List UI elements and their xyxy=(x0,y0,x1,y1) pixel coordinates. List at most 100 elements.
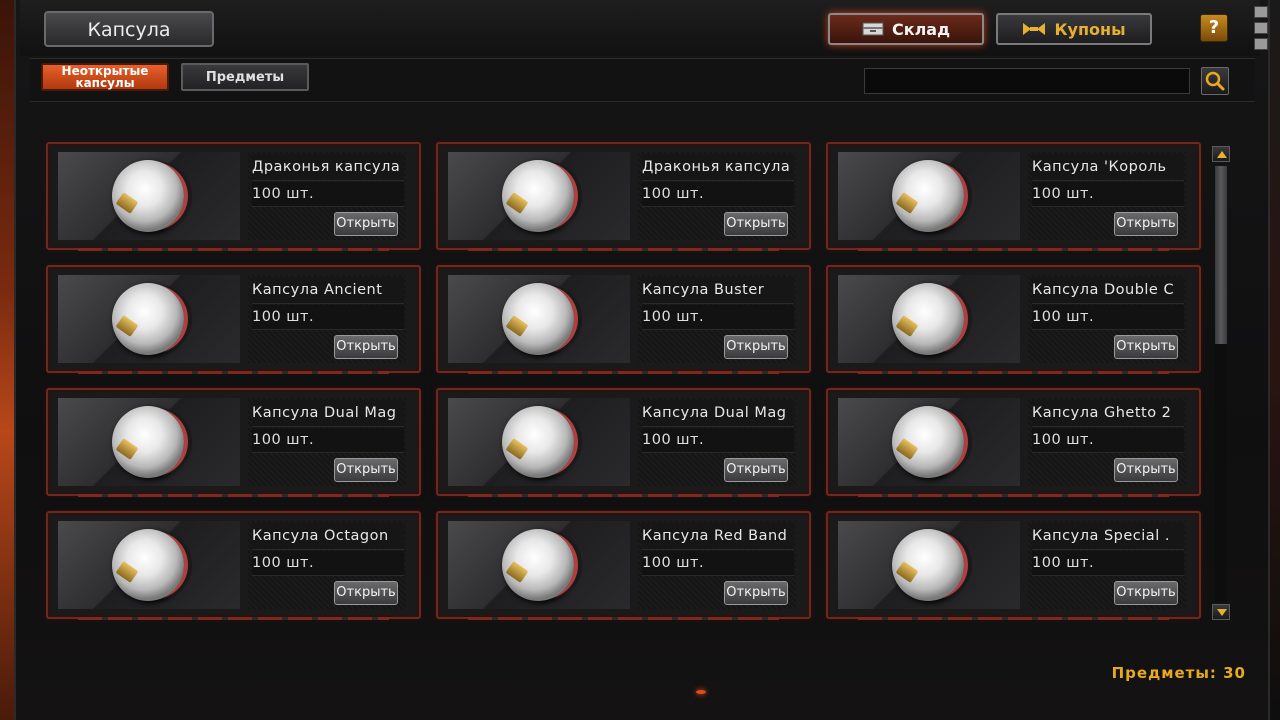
capsule-name: Капсула Dual Mag xyxy=(642,400,794,427)
coupons-label: Купоны xyxy=(1054,19,1126,39)
open-button[interactable]: Открыть xyxy=(724,212,788,236)
capsule-image xyxy=(448,275,630,363)
capsule-info: Капсула Red Band 100 шт. Открыть xyxy=(638,521,796,609)
capsule-image xyxy=(838,398,1020,486)
coupon-icon xyxy=(1023,23,1046,35)
capsule-card: Драконья капсула 100 шт. Открыть xyxy=(436,142,811,251)
search-input[interactable] xyxy=(864,68,1190,94)
scroll-thumb[interactable] xyxy=(1215,166,1227,344)
close-control[interactable] xyxy=(1254,38,1268,50)
card-divider xyxy=(858,617,1169,620)
capsule-quantity: 100 шт. xyxy=(1032,551,1184,576)
restore-control[interactable] xyxy=(1254,22,1268,34)
capsule-quantity: 100 шт. xyxy=(642,182,794,207)
capsule-image xyxy=(58,275,240,363)
card-divider xyxy=(78,617,389,620)
capsule-info: Капсула Octagon 100 шт. Открыть xyxy=(248,521,406,609)
search-icon xyxy=(1205,71,1225,91)
minimize-control[interactable] xyxy=(1254,6,1268,18)
capsule-info: Капсула Dual Mag 100 шт. Открыть xyxy=(248,398,406,486)
card-divider xyxy=(78,494,389,497)
card-divider xyxy=(468,494,779,497)
capsule-image xyxy=(448,521,630,609)
tab-unopened-capsules[interactable]: Неоткрытые капсулы xyxy=(41,63,169,91)
capsule-info: Капсула Ancient 100 шт. Открыть xyxy=(248,275,406,363)
card-divider xyxy=(468,371,779,374)
capsule-name: Капсула Special . xyxy=(1032,523,1184,550)
card-divider xyxy=(78,371,389,374)
warehouse-icon xyxy=(862,22,884,36)
open-button[interactable]: Открыть xyxy=(724,581,788,605)
capsule-name: Драконья капсула xyxy=(252,154,404,181)
search-button[interactable] xyxy=(1201,67,1229,95)
help-button[interactable]: ? xyxy=(1200,14,1228,42)
capsule-image xyxy=(448,152,630,240)
open-button[interactable]: Открыть xyxy=(1114,581,1178,605)
open-button[interactable]: Открыть xyxy=(1114,335,1178,359)
capsule-info: Капсула Dual Mag 100 шт. Открыть xyxy=(638,398,796,486)
capsule-quantity: 100 шт. xyxy=(252,305,404,330)
capsule-info: Капсула 'Король 100 шт. Открыть xyxy=(1028,152,1186,240)
capsule-image xyxy=(58,152,240,240)
capsule-name: Капсула Buster xyxy=(642,277,794,304)
scroll-down-button[interactable] xyxy=(1212,604,1230,620)
open-button[interactable]: Открыть xyxy=(334,458,398,482)
capsule-info: Драконья капсула 100 шт. Открыть xyxy=(248,152,406,240)
capsule-image xyxy=(448,398,630,486)
capsule-card: Капсула Octagon 100 шт. Открыть xyxy=(46,511,421,620)
capsule-quantity: 100 шт. xyxy=(642,428,794,453)
capsule-info: Драконья капсула 100 шт. Открыть xyxy=(638,152,796,240)
capsule-name: Драконья капсула xyxy=(642,154,794,181)
capsule-quantity: 100 шт. xyxy=(1032,428,1184,453)
decorative-glow-dot xyxy=(696,690,706,694)
capsule-info: Капсула Special . 100 шт. Открыть xyxy=(1028,521,1186,609)
card-divider xyxy=(858,494,1169,497)
capsule-image xyxy=(838,521,1020,609)
capsule-image xyxy=(58,521,240,609)
coupons-button[interactable]: Купоны xyxy=(996,13,1152,45)
open-button[interactable]: Открыть xyxy=(334,581,398,605)
tab-unopened-label: Неоткрытые капсулы xyxy=(61,64,149,90)
capsule-card: Капсула Special . 100 шт. Открыть xyxy=(826,511,1201,620)
capsule-name: Капсула 'Король xyxy=(1032,154,1184,181)
open-button[interactable]: Открыть xyxy=(334,335,398,359)
capsule-card: Капсула Red Band 100 шт. Открыть xyxy=(436,511,811,620)
capsule-card: Драконья капсула 100 шт. Открыть xyxy=(46,142,421,251)
capsule-info: Капсула Double C 100 шт. Открыть xyxy=(1028,275,1186,363)
arrow-up-icon xyxy=(1217,151,1227,158)
capsule-card: Капсула Double C 100 шт. Открыть xyxy=(826,265,1201,374)
scroll-up-button[interactable] xyxy=(1212,146,1230,162)
capsule-name: Капсула Ancient xyxy=(252,277,404,304)
open-button[interactable]: Открыть xyxy=(1114,458,1178,482)
capsule-image xyxy=(58,398,240,486)
capsule-quantity: 100 шт. xyxy=(252,551,404,576)
card-divider xyxy=(468,248,779,251)
capsule-card: Капсула Buster 100 шт. Открыть xyxy=(436,265,811,374)
capsule-card: Капсула Ancient 100 шт. Открыть xyxy=(46,265,421,374)
card-divider xyxy=(858,371,1169,374)
capsule-quantity: 100 шт. xyxy=(1032,305,1184,330)
window-title: Капсула xyxy=(44,11,214,47)
open-button[interactable]: Открыть xyxy=(724,335,788,359)
capsule-info: Капсула Ghetto 2 100 шт. Открыть xyxy=(1028,398,1186,486)
open-button[interactable]: Открыть xyxy=(1114,212,1178,236)
scrollbar[interactable] xyxy=(1212,146,1230,622)
capsule-image xyxy=(838,152,1020,240)
card-divider xyxy=(468,617,779,620)
warehouse-label: Склад xyxy=(891,19,951,39)
tab-items[interactable]: Предметы xyxy=(181,63,309,91)
open-button[interactable]: Открыть xyxy=(334,212,398,236)
capsule-card: Капсула Dual Mag 100 шт. Открыть xyxy=(436,388,811,497)
warehouse-button[interactable]: Склад xyxy=(828,13,984,45)
open-button[interactable]: Открыть xyxy=(724,458,788,482)
capsule-name: Капсула Ghetto 2 xyxy=(1032,400,1184,427)
capsule-quantity: 100 шт. xyxy=(1032,182,1184,207)
capsule-grid: Драконья капсула 100 шт. Открыть Драконья к… xyxy=(46,142,1206,622)
capsule-quantity: 100 шт. xyxy=(252,428,404,453)
window-controls xyxy=(1254,6,1268,50)
capsule-name: Капсула Double C xyxy=(1032,277,1184,304)
capsule-image xyxy=(838,275,1020,363)
capsule-quantity: 100 шт. xyxy=(642,551,794,576)
capsule-name: Капсула Dual Mag xyxy=(252,400,404,427)
capsule-name: Капсула Red Band xyxy=(642,523,794,550)
